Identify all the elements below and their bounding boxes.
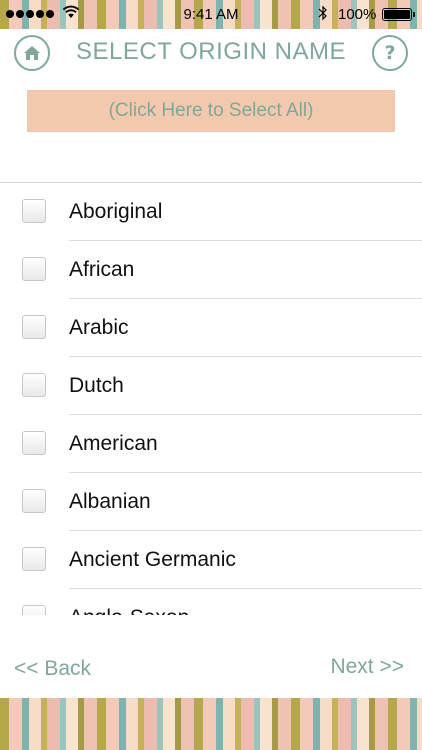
origin-list: Aboriginal African Arabic Dutch American… <box>0 183 422 615</box>
origin-label: Arabic <box>69 316 129 339</box>
checkbox[interactable] <box>22 489 46 513</box>
origin-label: Ancient Germanic <box>69 548 236 571</box>
help-icon: ? <box>384 42 396 64</box>
back-button[interactable]: << Back <box>14 657 91 681</box>
origin-list-item[interactable]: African <box>0 241 422 299</box>
origin-list-item[interactable]: Albanian <box>0 473 422 531</box>
battery-icon <box>382 8 415 21</box>
page-title: SELECT ORIGIN NAME <box>76 38 346 65</box>
battery-percent: 100% <box>338 6 377 23</box>
origin-label: African <box>69 258 135 281</box>
origin-label: Anglo-Saxon <box>69 606 189 615</box>
checkbox[interactable] <box>22 373 46 397</box>
checkbox[interactable] <box>22 605 46 615</box>
origin-list-item[interactable]: Ancient Germanic <box>0 531 422 589</box>
origin-list-item[interactable]: Aboriginal <box>0 183 422 241</box>
checkbox[interactable] <box>22 547 46 571</box>
origin-list-item[interactable]: Arabic <box>0 299 422 357</box>
origin-label: Aboriginal <box>69 200 163 223</box>
help-button[interactable]: ? <box>372 35 408 71</box>
footer-stripes <box>0 698 422 750</box>
origin-list-item[interactable]: Dutch <box>0 357 422 415</box>
next-button[interactable]: Next >> <box>330 655 404 679</box>
bluetooth-icon <box>318 5 327 21</box>
origin-list-item[interactable]: Anglo-Saxon <box>0 589 422 615</box>
status-bar: 9:41 AM 100% <box>0 0 422 29</box>
select-all-button[interactable]: (Click Here to Select All) <box>27 90 395 132</box>
checkbox[interactable] <box>22 257 46 281</box>
origin-label: American <box>69 432 158 455</box>
origin-list-item[interactable]: American <box>0 415 422 473</box>
checkbox[interactable] <box>22 431 46 455</box>
checkbox[interactable] <box>22 199 46 223</box>
origin-label: Albanian <box>69 490 151 513</box>
checkbox[interactable] <box>22 315 46 339</box>
origin-label: Dutch <box>69 374 124 397</box>
